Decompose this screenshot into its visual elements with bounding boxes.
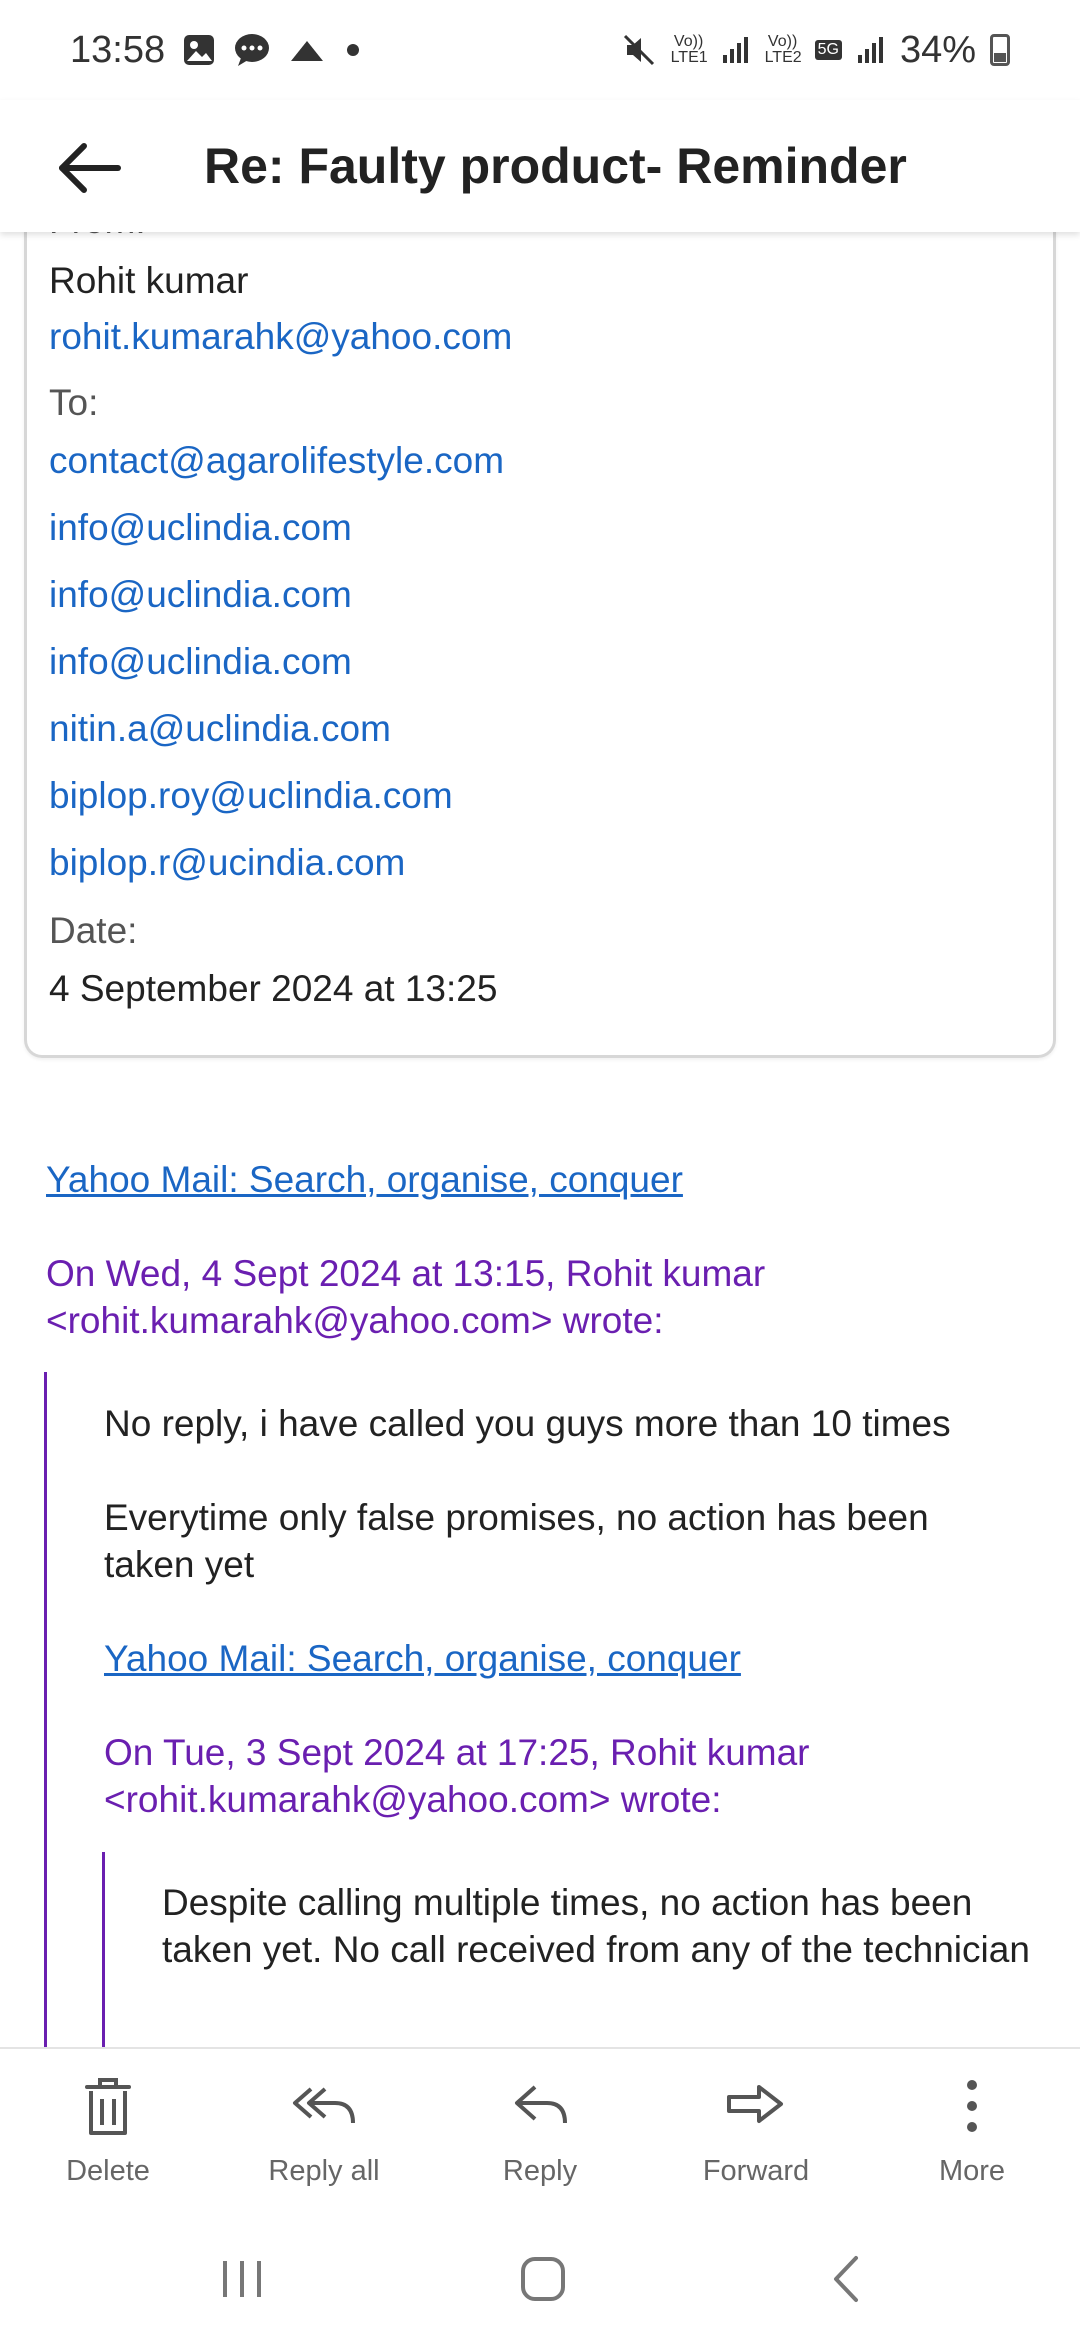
system-nav-bar bbox=[0, 2217, 1080, 2340]
page-title: Re: Faulty product- Reminder bbox=[204, 138, 907, 194]
more-button[interactable]: More bbox=[864, 2049, 1080, 2217]
reply-all-icon bbox=[293, 2087, 355, 2124]
message-body[interactable]: From: Rohit kumar rohit.kumarahk@yahoo.c… bbox=[0, 232, 1080, 2047]
quote-header-line: On Tue, 3 Sept 2024 at 17:25, Rohit kuma… bbox=[104, 1732, 810, 1773]
quote-paragraph: Despite calling multiple times, no actio… bbox=[162, 1882, 1030, 1970]
home-icon bbox=[521, 2257, 565, 2301]
back-nav-button[interactable] bbox=[806, 2247, 886, 2311]
back-nav-icon bbox=[834, 2256, 858, 2302]
battery-percent: 34% bbox=[899, 28, 976, 71]
recents-icon bbox=[223, 2261, 261, 2297]
network-label: 5G bbox=[814, 40, 842, 60]
recipient-email[interactable]: biplop.r@ucindia.com bbox=[49, 842, 405, 884]
quote-bar bbox=[44, 1372, 47, 2047]
dot-icon bbox=[343, 40, 363, 60]
from-label: From: bbox=[49, 232, 146, 242]
quote-bar bbox=[102, 1852, 105, 2047]
sim2-label: Vo)) LTE2 bbox=[764, 33, 802, 66]
forward-label: Forward bbox=[702, 2155, 810, 2187]
recipient-email[interactable]: info@uclindia.com bbox=[49, 641, 352, 683]
recipient-email[interactable]: contact@agarolifestyle.com bbox=[49, 440, 504, 482]
reply-all-button[interactable]: Reply all bbox=[216, 2049, 432, 2217]
sim1-label: Vo)) LTE1 bbox=[670, 33, 708, 66]
quote-paragraph: No reply, i have called you guys more th… bbox=[104, 1403, 951, 1444]
status-time: 13:58 bbox=[70, 28, 166, 71]
forward-icon bbox=[727, 2085, 783, 2123]
to-label: To: bbox=[49, 382, 99, 423]
sender-name: Rohit kumar bbox=[49, 260, 249, 301]
quote-paragraph: Everytime only false promises, no action… bbox=[104, 1497, 929, 1585]
recipient-email[interactable]: biplop.roy@uclindia.com bbox=[49, 775, 453, 817]
signal-icon bbox=[721, 35, 751, 65]
reply-label: Reply bbox=[502, 2155, 578, 2187]
signal-icon bbox=[856, 35, 886, 65]
recipient-email[interactable]: nitin.a@uclindia.com bbox=[49, 708, 391, 750]
recipient-email[interactable]: info@uclindia.com bbox=[49, 507, 352, 549]
action-bar: Delete Reply all Reply Forward More bbox=[0, 2047, 1080, 2217]
forward-button[interactable]: Forward bbox=[648, 2049, 864, 2217]
more-vertical-icon bbox=[967, 2080, 977, 2132]
quote-header-line: On Wed, 4 Sept 2024 at 13:15, Rohit kuma… bbox=[46, 1253, 766, 1294]
mute-icon bbox=[621, 32, 657, 68]
quote-header-line: <rohit.kumarahk@yahoo.com> wrote: bbox=[104, 1779, 722, 1820]
battery-icon bbox=[990, 34, 1010, 66]
delete-button[interactable]: Delete bbox=[0, 2049, 216, 2217]
date-value: 4 September 2024 at 13:25 bbox=[49, 968, 498, 1009]
date-label: Date: bbox=[49, 910, 138, 951]
trash-icon bbox=[85, 2078, 131, 2135]
arrow-left-icon bbox=[59, 143, 121, 193]
app-header: Re: Faulty product- Reminder bbox=[0, 100, 1080, 232]
recents-button[interactable] bbox=[202, 2247, 282, 2311]
home-button[interactable] bbox=[503, 2247, 583, 2311]
image-icon bbox=[181, 32, 217, 68]
more-label: More bbox=[938, 2155, 1006, 2187]
back-button[interactable] bbox=[50, 128, 130, 208]
status-bar: 13:58 Vo)) LTE1 Vo)) LTE2 5G 34% bbox=[0, 0, 1080, 100]
message-details-card: From: Rohit kumar rohit.kumarahk@yahoo.c… bbox=[24, 232, 1056, 1058]
cloud-icon bbox=[287, 35, 327, 65]
delete-label: Delete bbox=[66, 2155, 150, 2187]
recipient-email[interactable]: info@uclindia.com bbox=[49, 574, 352, 616]
reply-button[interactable]: Reply bbox=[432, 2049, 648, 2217]
signature-link[interactable]: Yahoo Mail: Search, organise, conquer bbox=[46, 1156, 683, 1203]
chat-icon bbox=[233, 32, 271, 68]
reply-all-label: Reply all bbox=[268, 2155, 380, 2187]
reply-icon bbox=[515, 2085, 567, 2124]
quote-header-line: <rohit.kumarahk@yahoo.com> wrote: bbox=[46, 1300, 664, 1341]
sender-email[interactable]: rohit.kumarahk@yahoo.com bbox=[49, 316, 512, 358]
signature-link[interactable]: Yahoo Mail: Search, organise, conquer bbox=[104, 1635, 741, 1682]
